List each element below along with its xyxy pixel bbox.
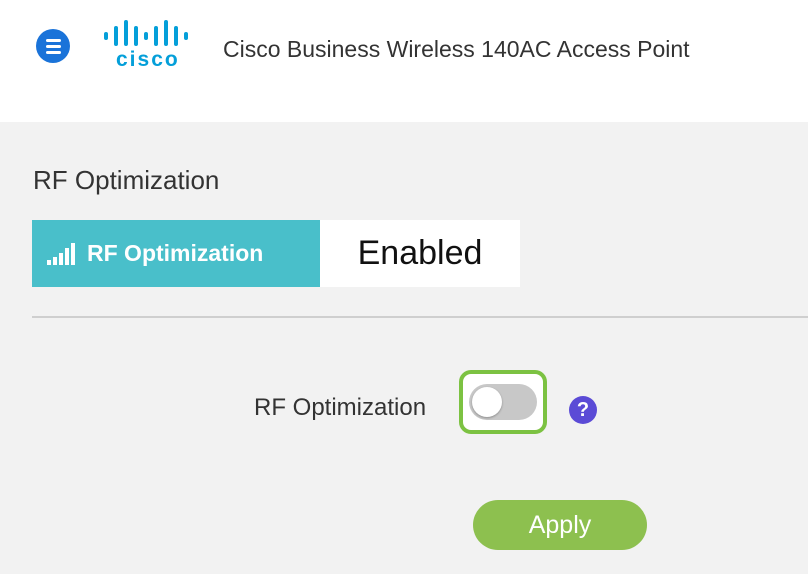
header: cisco Cisco Business Wireless 140AC Acce… <box>0 0 808 100</box>
app-title: Cisco Business Wireless 140AC Access Poi… <box>223 36 690 62</box>
divider <box>32 316 808 318</box>
rf-optimization-field-label: RF Optimization <box>254 394 427 421</box>
hamburger-menu-icon[interactable] <box>36 29 70 63</box>
toggle-knob <box>472 387 502 417</box>
status-value: Enabled <box>320 220 520 287</box>
cisco-bars-icon <box>104 20 188 46</box>
apply-button[interactable]: Apply <box>473 500 647 550</box>
status-card-label-text: RF Optimization <box>87 240 264 266</box>
rf-optimization-toggle-highlight <box>459 370 547 434</box>
status-card: RF Optimization Enabled <box>32 220 520 287</box>
rf-optimization-panel: RF Optimization RF Optimization Enabled … <box>0 122 808 574</box>
help-icon[interactable]: ? <box>569 396 597 424</box>
rf-optimization-toggle[interactable] <box>469 384 537 420</box>
status-card-label: RF Optimization <box>32 220 320 287</box>
signal-bars-icon <box>47 242 75 265</box>
cisco-logo: cisco <box>100 20 210 72</box>
section-title: RF Optimization <box>33 165 220 195</box>
cisco-logo-text: cisco <box>116 48 180 71</box>
